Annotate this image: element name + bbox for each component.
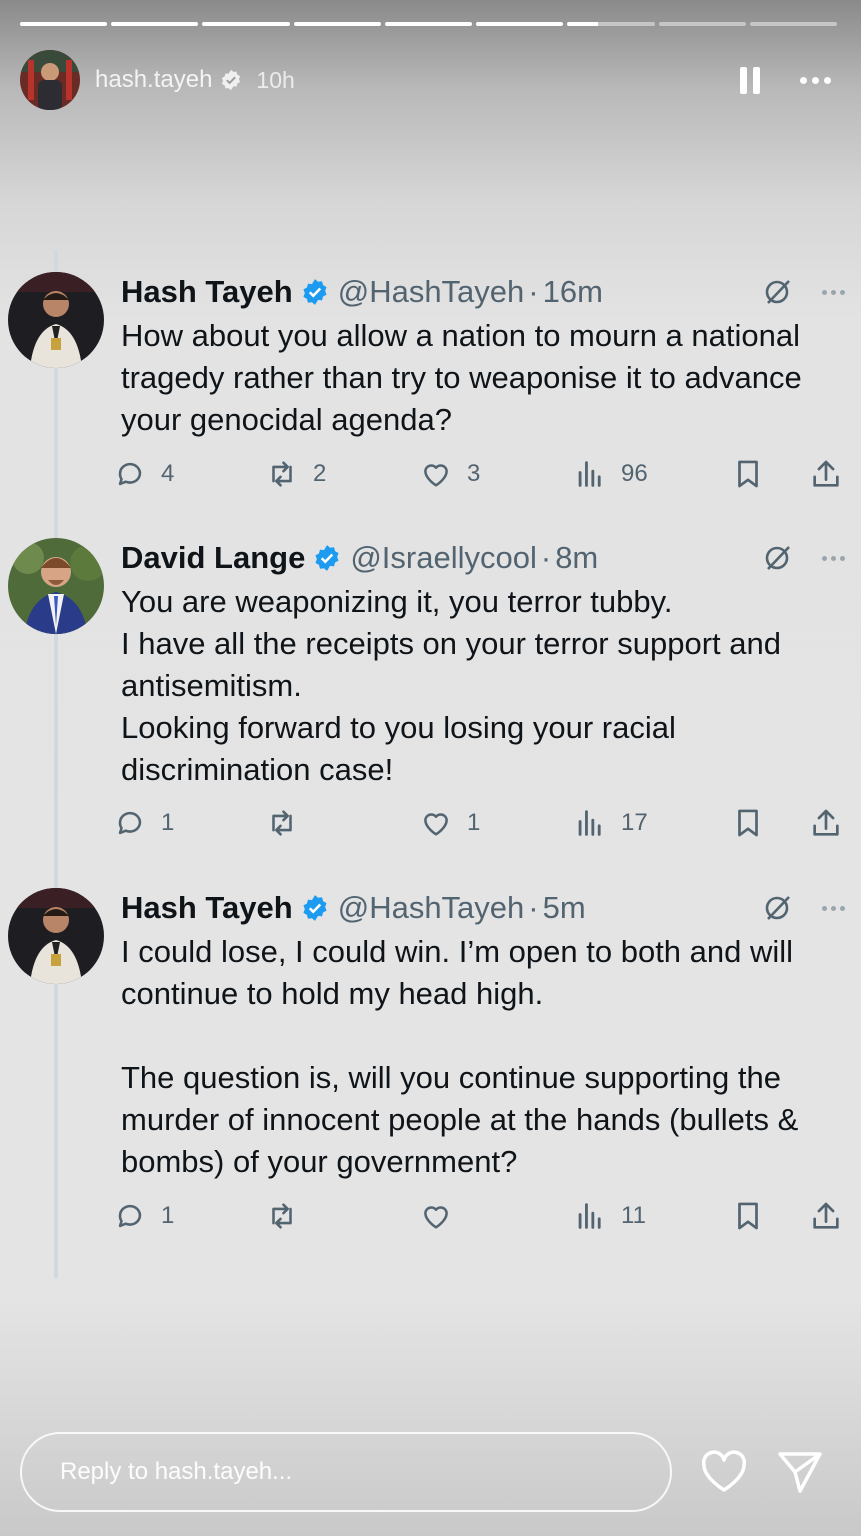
reply-count: 4: [161, 460, 175, 487]
author-name[interactable]: Hash Tayeh: [121, 274, 293, 310]
tweet-more-icon[interactable]: [822, 556, 845, 561]
author-name[interactable]: Hash Tayeh: [121, 890, 293, 926]
tweet-text: I could lose, I could win. I’m open to b…: [121, 934, 799, 1179]
send-icon[interactable]: [776, 1450, 824, 1494]
bookmark-button[interactable]: [731, 803, 765, 843]
reply-input[interactable]: [60, 1458, 670, 1486]
like-count: 3: [467, 460, 481, 487]
bookmark-button[interactable]: [731, 1196, 765, 1236]
verified-icon: [303, 895, 327, 921]
grok-icon[interactable]: [761, 542, 793, 574]
retweet-button[interactable]: [265, 1196, 313, 1236]
tweet-actions: 1 1 17: [113, 803, 861, 843]
reply-button[interactable]: 1: [113, 1196, 174, 1236]
reply-button[interactable]: 4: [113, 454, 174, 494]
bookmark-icon: [738, 1202, 758, 1230]
views-count: 11: [621, 1202, 646, 1229]
like-icon: [424, 813, 448, 836]
views-button[interactable]: 11: [573, 1196, 646, 1236]
views-count: 96: [621, 460, 648, 487]
pause-icon[interactable]: [740, 66, 760, 94]
verified-icon: [303, 279, 327, 305]
reply-icon: [118, 1204, 142, 1228]
progress-segment: [658, 22, 746, 26]
verified-icon: [315, 545, 339, 571]
tweet-time[interactable]: 5m: [543, 890, 586, 926]
separator-dot: ·: [528, 890, 539, 925]
tweet-time[interactable]: 16m: [543, 274, 603, 310]
retweet-icon: [272, 1203, 292, 1229]
like-button[interactable]: 1: [419, 803, 480, 843]
avatar[interactable]: [8, 538, 104, 634]
tweet-time[interactable]: 8m: [555, 540, 598, 576]
progress-segment: [293, 22, 381, 26]
bookmark-icon: [738, 460, 758, 488]
progress-segment: [476, 22, 564, 26]
share-icon: [813, 1202, 839, 1229]
retweet-button[interactable]: 2: [265, 454, 326, 494]
separator-dot: ·: [540, 540, 552, 575]
tweet-text: How about you allow a nation to mourn a …: [121, 318, 802, 437]
grok-icon[interactable]: [761, 892, 793, 924]
author-name[interactable]: David Lange: [121, 540, 305, 576]
tweet-actions: 4 2 3 96: [113, 454, 861, 494]
progress-segment: [20, 22, 108, 26]
more-icon[interactable]: [800, 76, 831, 84]
progress-segment: [111, 22, 199, 26]
bookmark-icon: [738, 809, 758, 837]
progress-segment: [202, 22, 290, 26]
story-username[interactable]: hash.tayeh: [95, 66, 212, 94]
share-button[interactable]: [809, 1196, 843, 1236]
like-button[interactable]: [419, 1196, 467, 1236]
progress-segment: [384, 22, 473, 26]
like-button[interactable]: 3: [419, 454, 480, 494]
author-handle[interactable]: @HashTayeh: [338, 890, 525, 926]
reply-field[interactable]: [20, 1432, 672, 1512]
progress-segment: [749, 22, 837, 26]
like-icon: [424, 1206, 448, 1229]
heart-icon[interactable]: [700, 1450, 748, 1494]
story-time: 10h: [256, 66, 295, 93]
progress-segment: [567, 22, 655, 26]
separator-dot: ·: [528, 274, 539, 309]
retweet-button[interactable]: [265, 803, 313, 843]
like-icon: [424, 464, 448, 487]
bookmark-button[interactable]: [731, 454, 765, 494]
views-icon: [578, 810, 601, 836]
share-button[interactable]: [809, 454, 843, 494]
views-button[interactable]: 96: [573, 454, 648, 494]
views-icon: [578, 1203, 601, 1229]
share-icon: [813, 460, 839, 487]
avatar[interactable]: [8, 272, 104, 368]
views-button[interactable]: 17: [573, 803, 648, 843]
retweet-count: 2: [313, 460, 327, 487]
story-avatar[interactable]: [20, 50, 80, 110]
story-header: hash.tayeh 10h: [20, 50, 831, 110]
author-handle[interactable]: @Israellycool: [350, 540, 537, 576]
story-progress: [20, 22, 837, 26]
share-button[interactable]: [809, 803, 843, 843]
tweet-more-icon[interactable]: [822, 290, 845, 295]
views-count: 17: [621, 809, 648, 836]
thread-line: [54, 250, 58, 1278]
views-icon: [578, 461, 601, 487]
grok-icon[interactable]: [761, 276, 793, 308]
reply-icon: [118, 462, 142, 486]
reply-icon: [118, 811, 142, 835]
retweet-icon: [272, 461, 292, 487]
reply-count: 1: [161, 1202, 175, 1229]
retweet-icon: [272, 810, 292, 836]
author-handle[interactable]: @HashTayeh: [338, 274, 525, 310]
tweet-text: You are weaponizing it, you terror tubby…: [121, 584, 781, 787]
tweet-actions: 1 11: [113, 1196, 861, 1236]
share-icon: [813, 809, 839, 836]
reply-count: 1: [161, 809, 175, 836]
like-count: 1: [467, 809, 481, 836]
reply-button[interactable]: 1: [113, 803, 174, 843]
tweet-more-icon[interactable]: [822, 906, 845, 911]
verified-icon: [222, 69, 241, 91]
avatar[interactable]: [8, 888, 104, 984]
